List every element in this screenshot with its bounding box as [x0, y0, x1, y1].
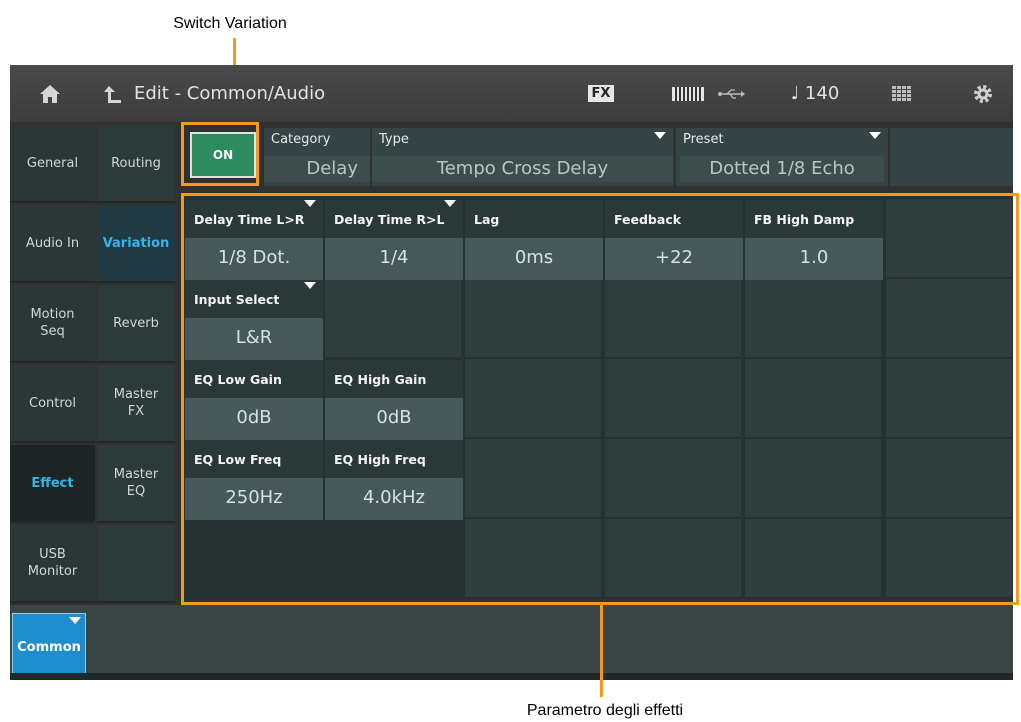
tab-common-label: Common — [17, 640, 81, 655]
category-field[interactable]: Category Delay — [264, 128, 370, 186]
effect-parameters-leader-line — [600, 605, 603, 697]
subtab-routing[interactable]: Routing — [97, 125, 175, 203]
tempo-display[interactable]: ♩ 140 — [775, 65, 855, 122]
preset-label: Preset — [683, 132, 724, 147]
switch-variation-annotation: Switch Variation — [173, 15, 287, 32]
top-bar: Edit - Common/Audio FX ♩ 140 — [10, 65, 1013, 122]
fx-badge[interactable]: FX — [583, 65, 619, 122]
type-label: Type — [379, 132, 409, 147]
screen-title: Edit - Common/Audio — [134, 83, 326, 104]
effect-parameters-annotation: Parametro degli effetti — [526, 702, 684, 719]
category-value: Delay — [264, 156, 370, 182]
tab-motion-seq[interactable]: Motion Seq — [10, 285, 95, 363]
tab-usb-monitor[interactable]: USB Monitor — [10, 525, 95, 603]
subtab-master-eq[interactable]: Master EQ — [97, 445, 175, 523]
tab-common[interactable]: Common — [12, 613, 86, 680]
back-arrow-icon[interactable] — [98, 65, 128, 122]
subtab-empty — [97, 525, 175, 603]
parameters-highlight-box — [181, 193, 1019, 605]
tab-effect[interactable]: Effect — [10, 445, 95, 523]
type-value: Tempo Cross Delay — [372, 156, 673, 182]
preset-dropdown-icon — [869, 132, 881, 139]
fx-label: FX — [587, 85, 615, 102]
subtab-reverb[interactable]: Reverb — [97, 285, 175, 363]
tab-audio-in[interactable]: Audio In — [10, 205, 95, 283]
subtab-master-fx[interactable]: Master FX — [97, 365, 175, 443]
preset-field[interactable]: Preset Dotted 1/8 Echo — [676, 128, 888, 186]
bottom-edge — [10, 673, 1013, 680]
switch-highlight-box — [181, 122, 259, 186]
grid-icon[interactable] — [887, 65, 917, 122]
header-empty-cell — [890, 128, 1013, 186]
tab-control[interactable]: Control — [10, 365, 95, 443]
tab-general[interactable]: General — [10, 125, 95, 203]
usb-icon — [713, 65, 749, 122]
preset-value: Dotted 1/8 Echo — [680, 156, 884, 182]
subtab-variation[interactable]: Variation — [97, 205, 175, 283]
bottom-tab-strip — [10, 605, 1013, 680]
home-icon[interactable] — [32, 65, 68, 122]
category-label: Category — [271, 132, 331, 147]
keyboard-icon — [668, 65, 708, 122]
dropdown-icon — [69, 617, 81, 624]
type-dropdown-icon — [654, 132, 666, 139]
gear-icon[interactable] — [968, 65, 998, 122]
type-field[interactable]: Type Tempo Cross Delay — [372, 128, 673, 186]
